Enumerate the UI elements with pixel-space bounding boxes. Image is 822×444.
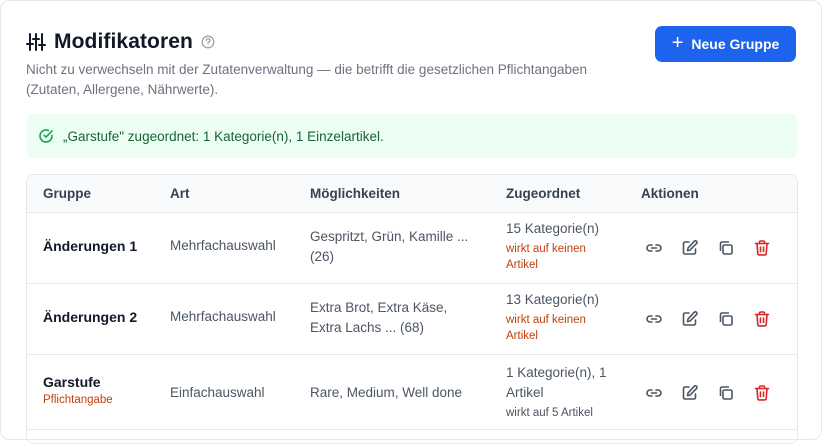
group-options: Extra Brot, Extra Käse, Extra Lachs ... … <box>310 300 448 335</box>
help-icon[interactable] <box>201 35 215 49</box>
assigned-warning: wirkt auf keinen Artikel <box>506 243 586 271</box>
trash-icon[interactable] <box>753 239 771 257</box>
edit-icon[interactable] <box>681 239 699 257</box>
column-header-actions: Aktionen <box>641 186 699 201</box>
column-header-type: Art <box>170 186 190 201</box>
table-row: Garstufe Pflichtangabe Einfachauswahl Ra… <box>27 355 797 430</box>
group-name-cell: Garstufe Pflichtangabe <box>43 374 113 406</box>
alert-text: „Garstufe" zugeordnet: 1 Kategorie(n), 1… <box>63 128 384 144</box>
group-type: Einfachauswahl <box>170 385 265 400</box>
trash-icon[interactable] <box>753 384 771 402</box>
group-type: Mehrfachauswahl <box>170 238 276 253</box>
group-assigned: 15 Kategorie(n) wirkt auf keinen Artikel <box>506 221 600 271</box>
row-actions <box>645 239 771 257</box>
group-name: Änderungen 2 <box>43 309 138 325</box>
column-header-assigned: Zugeordnet <box>506 186 581 201</box>
group-assigned: 1 Kategorie(n), 1 Artikel wirkt auf 5 Ar… <box>506 365 607 419</box>
table-row: Änderungen 1 Mehrfachauswahl Gespritzt, … <box>27 213 797 284</box>
copy-icon[interactable] <box>717 310 735 328</box>
check-circle-icon <box>38 128 54 144</box>
new-group-label: Neue Gruppe <box>691 36 780 52</box>
group-options: Rare, Medium, Well done <box>310 385 463 400</box>
group-type: Mehrfachauswahl <box>170 309 276 324</box>
row-actions <box>645 310 771 328</box>
trash-icon[interactable] <box>753 310 771 328</box>
row-actions <box>645 384 771 402</box>
table-header: Gruppe Art Möglichkeiten Zugeordnet Akti… <box>27 175 797 213</box>
copy-icon[interactable] <box>717 384 735 402</box>
plus-icon: + <box>671 32 684 54</box>
success-alert: „Garstufe" zugeordnet: 1 Kategorie(n), 1… <box>26 114 798 158</box>
link-icon[interactable] <box>645 310 663 328</box>
group-options: Gespritzt, Grün, Kamille ... (26) <box>310 229 469 264</box>
edit-icon[interactable] <box>681 384 699 402</box>
edit-icon[interactable] <box>681 310 699 328</box>
assigned-info: wirkt auf 5 Artikel <box>506 407 593 419</box>
sliders-icon <box>26 32 46 52</box>
required-tag: Pflichtangabe <box>43 394 113 406</box>
copy-icon[interactable] <box>717 239 735 257</box>
new-group-button[interactable]: + Neue Gruppe <box>655 26 796 62</box>
link-icon[interactable] <box>645 239 663 257</box>
page-title: Modifikatoren <box>54 30 193 53</box>
group-name: Garstufe <box>43 374 101 390</box>
group-assigned: 13 Kategorie(n) wirkt auf keinen Artikel <box>506 292 600 342</box>
column-header-group: Gruppe <box>43 186 92 201</box>
modifiers-panel: Modifikatoren Nicht zu verwechseln mit d… <box>0 0 822 444</box>
table-row: Änderungen 2 Mehrfachauswahl Extra Brot,… <box>27 284 797 355</box>
modifier-groups-table: Gruppe Art Möglichkeiten Zugeordnet Akti… <box>26 174 798 444</box>
link-icon[interactable] <box>645 384 663 402</box>
column-header-options: Möglichkeiten <box>310 186 401 201</box>
assigned-warning: wirkt auf keinen Artikel <box>506 314 586 342</box>
group-name: Änderungen 1 <box>43 238 138 254</box>
page-subtitle: Nicht zu verwechseln mit der Zutatenverw… <box>26 62 588 97</box>
